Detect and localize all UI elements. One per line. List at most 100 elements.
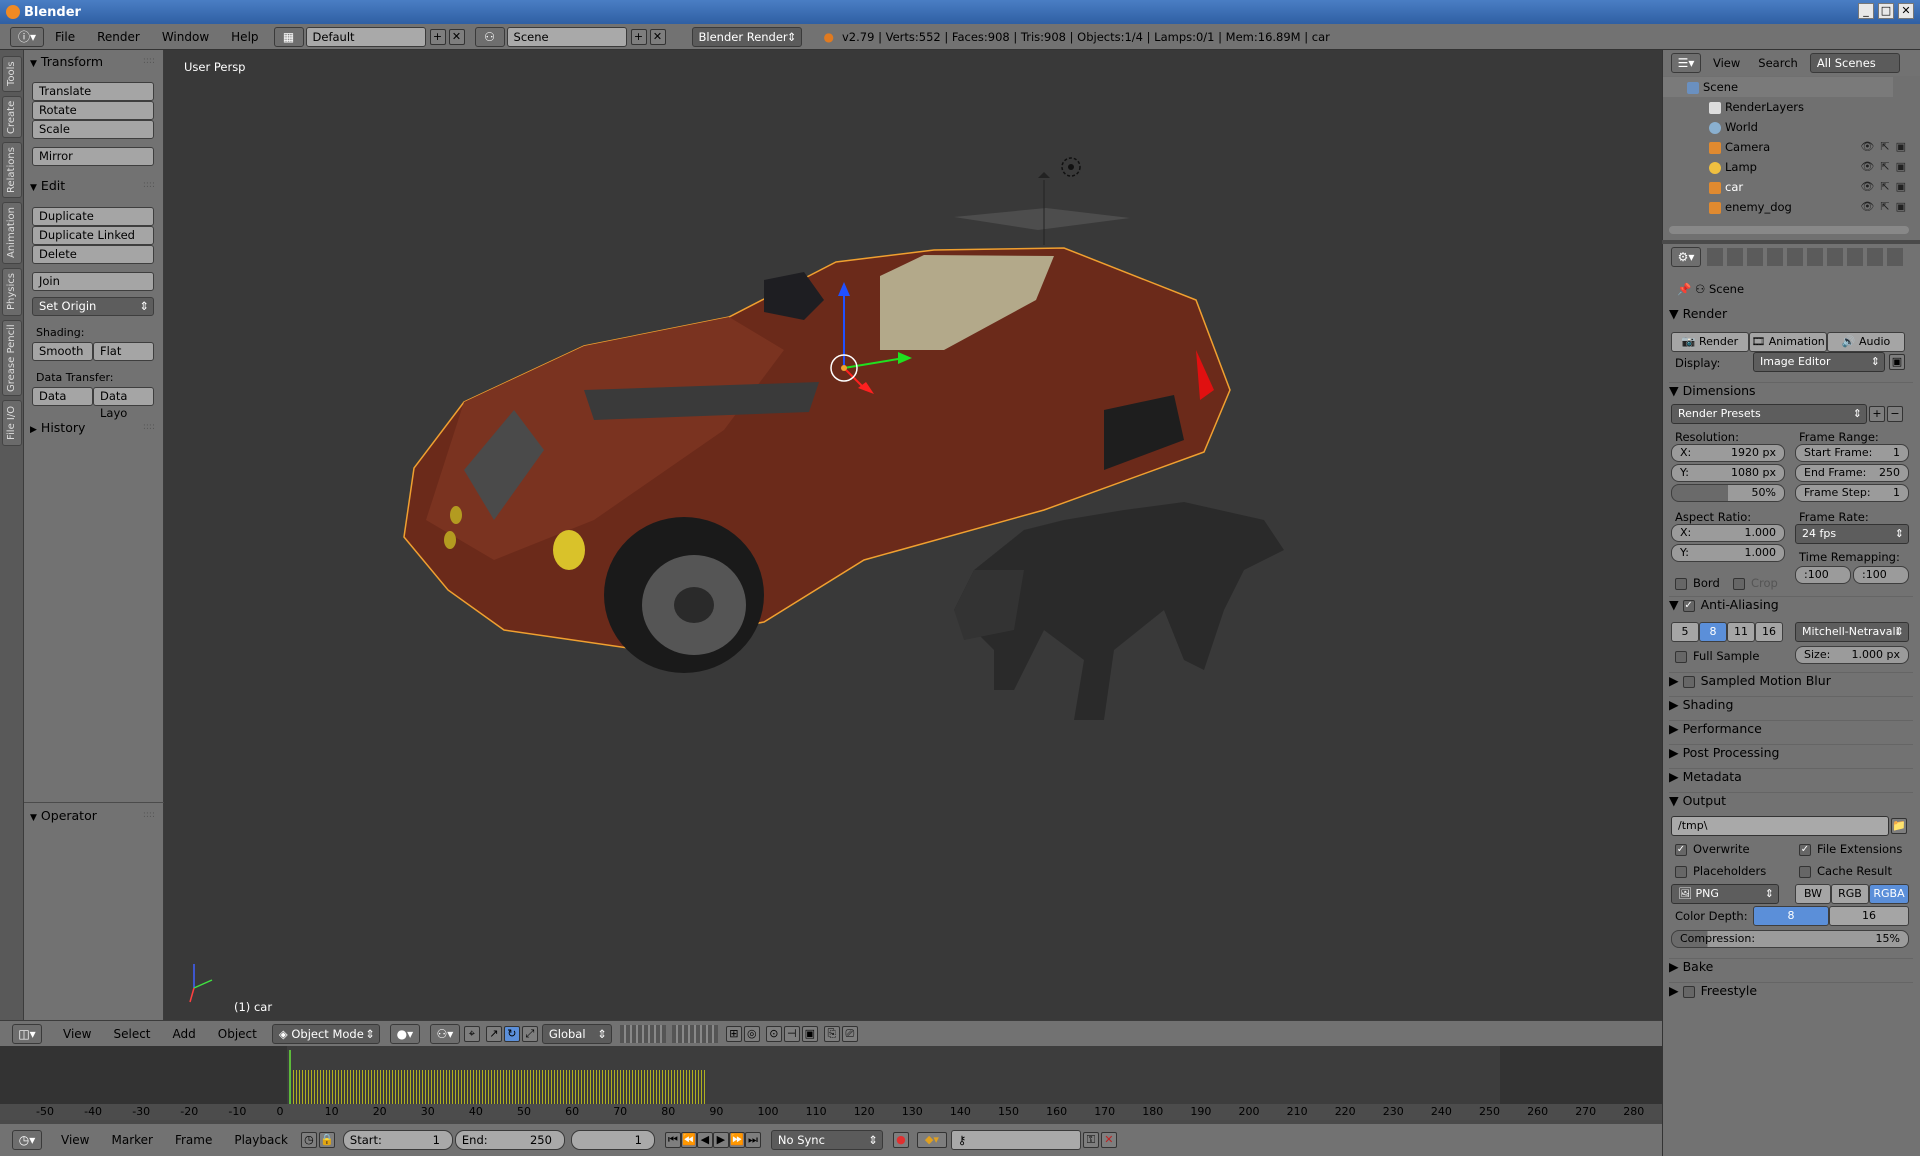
remove-preset-icon[interactable]: −	[1887, 406, 1903, 422]
panel-operator-header[interactable]: ▼ Operator	[30, 808, 97, 823]
menu-window[interactable]: Window	[151, 30, 220, 44]
panel-freestyle-header[interactable]: ▶ Freestyle	[1669, 982, 1913, 1002]
snap-element-icon[interactable]: ⊣	[783, 1025, 800, 1042]
layers-grid-2[interactable]	[671, 1024, 718, 1043]
keying-icon[interactable]: ◆▾	[916, 1132, 947, 1148]
compression-slider[interactable]: Compression: 15%	[1671, 930, 1909, 948]
snap-target-icon[interactable]: ▣	[801, 1025, 818, 1042]
editor-type-outliner-icon[interactable]: ☰▾	[1671, 53, 1701, 73]
panel-transform-header[interactable]: ▼ Transform	[30, 54, 103, 69]
folder-icon[interactable]: 📁	[1891, 818, 1907, 834]
panel-output-header[interactable]: ▼ Output	[1669, 792, 1913, 812]
panel-grip-icon[interactable]: ::::	[143, 180, 155, 190]
menu-marker[interactable]: Marker	[100, 1133, 163, 1147]
set-origin-select[interactable]: Set Origin ⇕	[32, 297, 154, 316]
add-scene-icon[interactable]: +	[630, 28, 647, 45]
panel-motion-blur-header[interactable]: ▶ Sampled Motion Blur	[1669, 672, 1913, 692]
lock-layers-icon[interactable]: ⊞	[725, 1025, 742, 1042]
menu-view[interactable]: View	[52, 1027, 102, 1041]
pivot-point-icon[interactable]: ⚇▾	[429, 1023, 460, 1044]
delete-keyframe-icon[interactable]: ✕	[1100, 1132, 1117, 1148]
screen-layout-icon[interactable]: ▦	[273, 26, 304, 47]
scene-icon[interactable]: ⚇	[474, 26, 505, 47]
add-layout-icon[interactable]: +	[429, 28, 446, 45]
sync-mode-select[interactable]: No Sync ⇕	[770, 1130, 883, 1150]
duplicate-button[interactable]: Duplicate	[32, 207, 154, 226]
outliner-item-renderlayers[interactable]: RenderLayers	[1663, 97, 1893, 117]
start-frame-field[interactable]: Start: 1	[342, 1130, 453, 1150]
overwrite-checkbox[interactable]: ✓ Overwrite	[1675, 842, 1750, 856]
resolution-y-field[interactable]: Y: 1080 px	[1671, 464, 1785, 482]
panel-antialiasing-header[interactable]: ▼ ✓ Anti-Aliasing	[1669, 596, 1913, 616]
scale-button[interactable]: Scale	[32, 120, 154, 139]
3d-viewport[interactable]: User Persp (1) car	[164, 50, 1662, 1020]
menu-view[interactable]: View	[50, 1133, 100, 1147]
outliner-scrollbar[interactable]	[1669, 226, 1909, 234]
mode-select[interactable]: ◈ Object Mode ⇕	[271, 1023, 380, 1044]
output-path-field[interactable]: /tmp\	[1671, 816, 1889, 836]
viewport-scene[interactable]	[164, 50, 1662, 1020]
record-icon[interactable]: ●	[892, 1132, 909, 1148]
crop-checkbox[interactable]: Crop	[1733, 576, 1778, 590]
join-button[interactable]: Join	[32, 272, 154, 291]
menu-search[interactable]: Search	[1758, 56, 1798, 70]
tab-physics[interactable]: Physics	[2, 268, 22, 316]
aa-samples-16[interactable]: 16	[1755, 622, 1783, 642]
render-presets-select[interactable]: Render Presets ⇕	[1671, 404, 1867, 424]
remap-old-field[interactable]: :100	[1795, 566, 1851, 584]
panel-grip-icon[interactable]: ::::	[143, 56, 155, 66]
translate-button[interactable]: Translate	[32, 82, 154, 101]
opengl-anim-icon[interactable]: ⎚	[841, 1025, 858, 1042]
panel-performance-header[interactable]: ▶ Performance	[1669, 720, 1913, 740]
editor-type-3d-icon[interactable]: ◫▾	[12, 1023, 42, 1044]
lock-frame-icon[interactable]: 🔒	[318, 1132, 335, 1148]
color-depth-16-button[interactable]: 16	[1829, 906, 1909, 926]
outliner-item-camera[interactable]: Camera	[1663, 137, 1893, 157]
start-frame-field[interactable]: Start Frame: 1	[1795, 444, 1909, 462]
maximize-button[interactable]: □	[1878, 3, 1894, 19]
render-window-icon[interactable]: ▣	[1889, 354, 1905, 370]
full-sample-checkbox[interactable]: Full Sample	[1675, 649, 1759, 663]
color-rgba-button[interactable]: RGBA	[1869, 884, 1909, 904]
tab-create[interactable]: Create	[2, 96, 22, 138]
insert-keyframe-icon[interactable]: ⚿	[1082, 1132, 1099, 1148]
panel-dimensions-header[interactable]: ▼ Dimensions	[1669, 382, 1913, 402]
scene-field[interactable]: Scene	[506, 26, 627, 47]
tab-grease-pencil[interactable]: Grease Pencil	[2, 320, 22, 396]
play-reverse-icon[interactable]: ◀	[696, 1132, 713, 1148]
tab-tools[interactable]: Tools	[2, 56, 22, 92]
menu-select[interactable]: Select	[102, 1027, 161, 1041]
editor-type-timeline-icon[interactable]: ◷▾	[12, 1130, 42, 1150]
outliner-item-lamp[interactable]: Lamp	[1663, 157, 1893, 177]
add-preset-icon[interactable]: +	[1869, 406, 1885, 422]
tab-animation[interactable]: Animation	[2, 202, 22, 264]
minimize-button[interactable]: _	[1858, 3, 1874, 19]
close-button[interactable]: ✕	[1898, 3, 1914, 19]
keying-set-field[interactable]: ⚷	[950, 1130, 1081, 1150]
panel-edit-header[interactable]: ▼ Edit	[30, 178, 65, 193]
panel-shading-header[interactable]: ▶ Shading	[1669, 696, 1913, 716]
panel-bake-header[interactable]: ▶ Bake	[1669, 958, 1913, 978]
aa-samples-11[interactable]: 11	[1727, 622, 1755, 642]
placeholders-checkbox[interactable]: Placeholders	[1675, 864, 1766, 878]
mirror-button[interactable]: Mirror	[32, 147, 154, 166]
animation-button[interactable]: 🎞 Animation	[1749, 332, 1827, 352]
filter-size-field[interactable]: Size: 1.000 px	[1795, 646, 1909, 664]
remap-new-field[interactable]: :100	[1853, 566, 1909, 584]
visibility-icons[interactable]: 👁⇱▣	[1860, 200, 1912, 213]
rotate-manipulator-icon[interactable]: ↻	[503, 1025, 520, 1042]
outliner-item-scene[interactable]: Scene	[1663, 77, 1893, 97]
visibility-icons[interactable]: 👁⇱▣	[1860, 180, 1912, 193]
aa-filter-select[interactable]: Mitchell-Netravali ⇕	[1795, 622, 1909, 642]
menu-view[interactable]: View	[1713, 56, 1740, 70]
manipulator-icon[interactable]: ⌖	[463, 1025, 480, 1042]
border-checkbox[interactable]: Bord	[1675, 576, 1720, 590]
remove-scene-icon[interactable]: ✕	[649, 28, 666, 45]
render-engine-select[interactable]: Blender Render ⇕	[691, 26, 802, 47]
color-bw-button[interactable]: BW	[1795, 884, 1831, 904]
end-frame-field[interactable]: End: 250	[454, 1130, 565, 1150]
display-mode-select[interactable]: All Scenes	[1809, 53, 1900, 73]
frame-rate-select[interactable]: 24 fps ⇕	[1795, 524, 1909, 544]
color-rgb-button[interactable]: RGB	[1831, 884, 1869, 904]
resolution-percent-slider[interactable]: 50%	[1671, 484, 1785, 502]
